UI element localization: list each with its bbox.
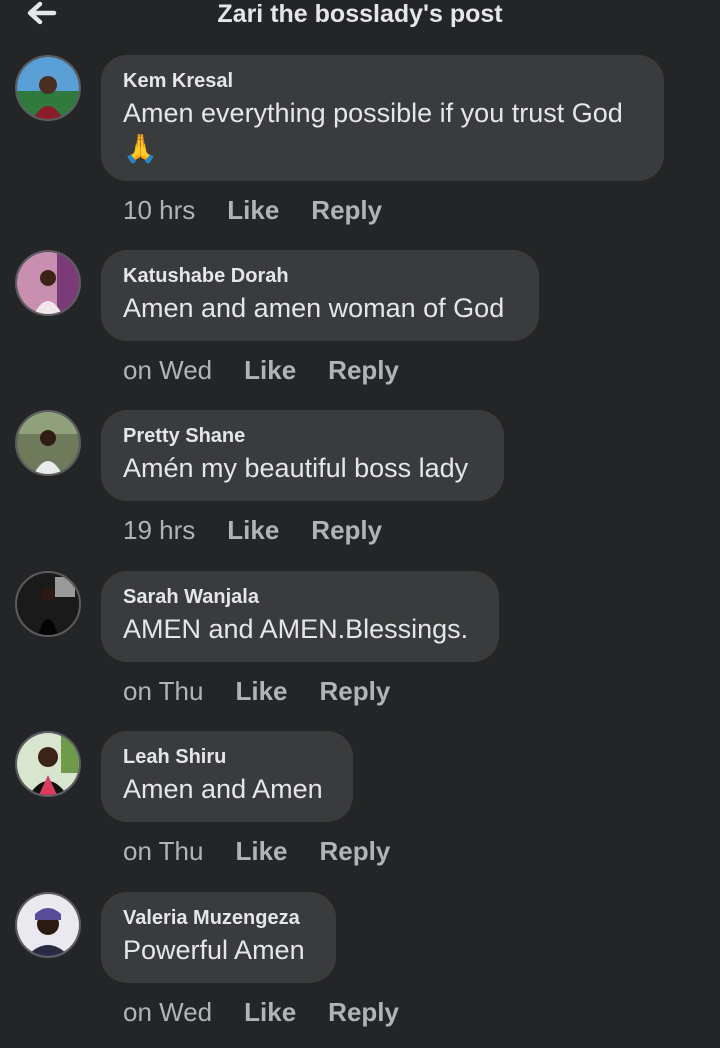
like-button[interactable]: Like (227, 515, 279, 545)
avatar[interactable] (15, 410, 81, 476)
comment-meta: on Thu Like Reply (123, 676, 390, 706)
comment-text: Amen and Amen (123, 774, 323, 804)
comment-timestamp[interactable]: on Wed (123, 355, 212, 385)
comment-author[interactable]: Pretty Shane (123, 424, 482, 448)
comment-text: AMEN and AMEN.Blessings. (123, 614, 469, 644)
comment-meta: 19 hrs Like Reply (123, 515, 382, 545)
comment-author[interactable]: Sarah Wanjala (123, 585, 477, 609)
avatar[interactable] (15, 892, 81, 958)
reply-button[interactable]: Reply (328, 997, 399, 1027)
reply-button[interactable]: Reply (320, 676, 391, 706)
reply-button[interactable]: Reply (320, 836, 391, 866)
comment-meta: on Wed Like Reply (123, 997, 399, 1027)
pray-emoji: 🙏 (123, 133, 158, 164)
comment-meta: on Thu Like Reply (123, 836, 390, 866)
comment-meta: 10 hrs Like Reply (123, 195, 382, 225)
like-button[interactable]: Like (244, 355, 296, 385)
comment-text: Amen everything possible if you trust Go… (123, 95, 642, 167)
top-bar: Zari the bosslady's post (0, 0, 720, 34)
like-button[interactable]: Like (235, 836, 287, 866)
comment-text-body: Amen everything possible if you trust Go… (123, 98, 623, 128)
comment-author[interactable]: Kem Kresal (123, 69, 642, 93)
like-button[interactable]: Like (227, 195, 279, 225)
comment-text: Powerful Amen (123, 935, 305, 965)
comment-meta: on Wed Like Reply (123, 355, 399, 385)
comment-bubble[interactable]: Kem Kresal Amen everything possible if y… (101, 55, 664, 181)
comment-bubble[interactable]: Pretty Shane Amén my beautiful boss lady (101, 410, 504, 501)
like-button[interactable]: Like (244, 997, 296, 1027)
comment-bubble[interactable]: Sarah Wanjala AMEN and AMEN.Blessings. (101, 571, 499, 662)
comment-timestamp[interactable]: 10 hrs (123, 195, 195, 225)
reply-button[interactable]: Reply (311, 195, 382, 225)
reply-button[interactable]: Reply (328, 355, 399, 385)
avatar[interactable] (15, 250, 81, 316)
comment-bubble[interactable]: Leah Shiru Amen and Amen (101, 731, 353, 822)
like-button[interactable]: Like (235, 676, 287, 706)
comment-timestamp[interactable]: 19 hrs (123, 515, 195, 545)
comment-bubble[interactable]: Valeria Muzengeza Powerful Amen (101, 892, 336, 983)
comment-timestamp[interactable]: on Thu (123, 836, 203, 866)
comment-author[interactable]: Leah Shiru (123, 745, 331, 769)
page-title: Zari the bosslady's post (217, 0, 503, 28)
comment-timestamp[interactable]: on Wed (123, 997, 212, 1027)
reply-button[interactable]: Reply (311, 515, 382, 545)
comment-bubble[interactable]: Katushabe Dorah Amen and amen woman of G… (101, 250, 539, 341)
comment-author[interactable]: Valeria Muzengeza (123, 906, 314, 930)
avatar[interactable] (15, 731, 81, 797)
comment-timestamp[interactable]: on Thu (123, 676, 203, 706)
avatar[interactable] (15, 55, 81, 121)
comment-text: Amen and amen woman of God (123, 293, 505, 323)
comment-text: Amén my beautiful boss lady (123, 453, 469, 483)
comment-author[interactable]: Katushabe Dorah (123, 264, 517, 288)
avatar[interactable] (15, 571, 81, 637)
